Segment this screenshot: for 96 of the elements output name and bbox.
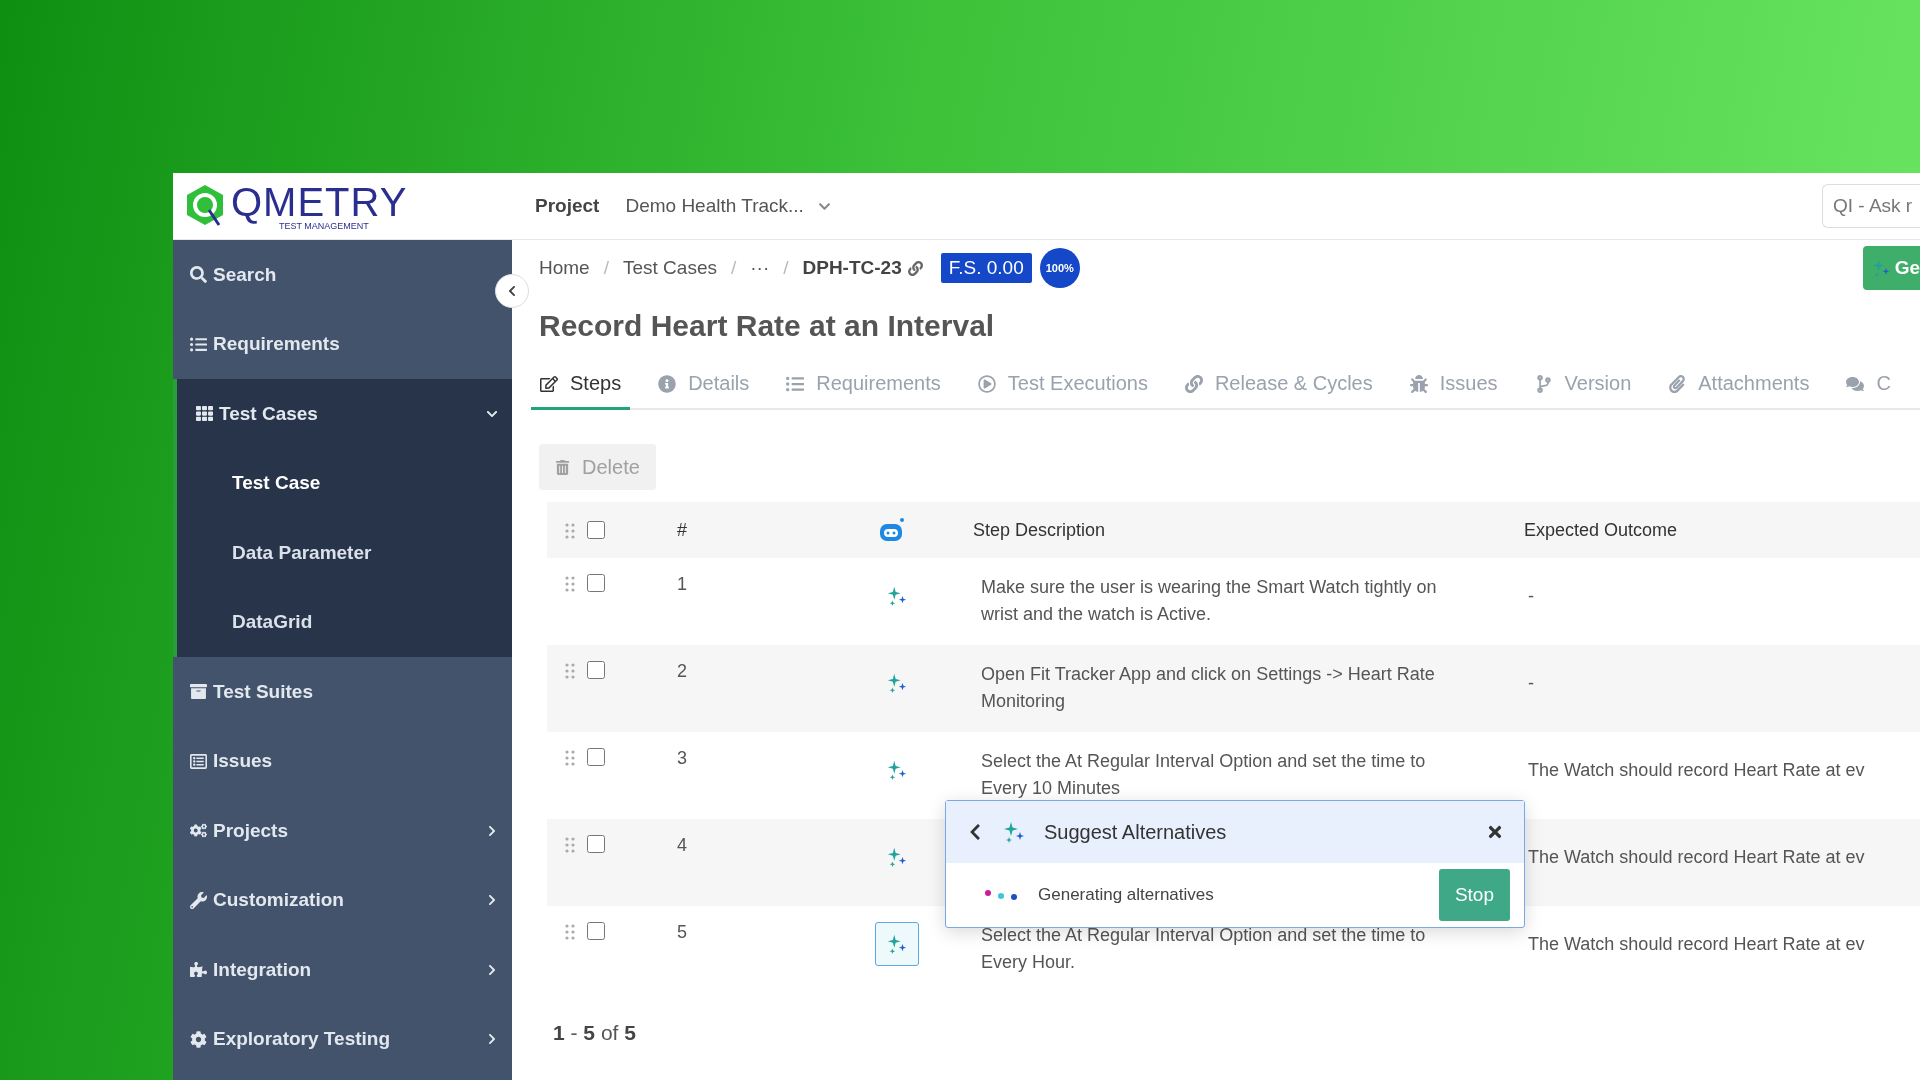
sparkle-icon — [886, 933, 908, 955]
sidebar-item[interactable]: Requirements — [173, 309, 498, 379]
sidebar-subitem[interactable]: Data Parameter — [173, 518, 512, 588]
pagination-text: 1 - 5 of 5 — [552, 1021, 637, 1045]
sidebar-subitem[interactable]: Test Case — [173, 448, 512, 518]
row-checkbox[interactable] — [587, 748, 605, 766]
sidebar-item-icon — [190, 335, 207, 353]
step-number: 2 — [677, 661, 688, 682]
sidebar-item-icon — [190, 961, 207, 979]
drag-handle-icon[interactable] — [565, 750, 575, 766]
sidebar-item[interactable]: Exploratory Testing — [173, 1004, 498, 1074]
breadcrumb-link[interactable]: Home — [539, 257, 590, 279]
sparkle-icon — [886, 672, 908, 694]
expected-outcome: The Watch should record Heart Rate at ev — [1528, 934, 1866, 955]
step-number: 5 — [677, 922, 688, 943]
breadcrumb-link[interactable]: ··· — [750, 257, 770, 279]
row-checkbox[interactable] — [587, 835, 605, 853]
step-number: 4 — [677, 835, 688, 856]
step-number: 3 — [677, 748, 688, 769]
drag-handle-icon[interactable] — [565, 663, 575, 679]
percent-badge: 100% — [1039, 248, 1080, 288]
breadcrumb-link[interactable]: DPH-TC-23 — [802, 257, 902, 279]
tab-icon — [1409, 374, 1428, 393]
expected-outcome: - — [1528, 673, 1535, 694]
chevron-icon — [486, 824, 498, 837]
sidebar-item-icon — [190, 822, 207, 840]
row-checkbox[interactable] — [587, 661, 605, 679]
sidebar-item[interactable]: Test Cases — [173, 379, 512, 449]
tab-icon — [1184, 374, 1203, 393]
logo-tagline: TEST MANAGEMENT — [279, 221, 369, 231]
search-field[interactable]: QI - Ask r — [1822, 184, 1920, 228]
sidebar-item-icon — [190, 1030, 207, 1048]
status-text: Generating alternatives — [1038, 885, 1215, 905]
expected-outcome: The Watch should record Heart Rate at ev — [1528, 760, 1866, 781]
drag-handle-icon[interactable] — [565, 576, 575, 592]
step-number: 1 — [677, 574, 688, 595]
score-badge: F.S. 0.00 — [940, 253, 1032, 283]
logo-wordmark: QMETRY — [231, 181, 408, 222]
row-checkbox[interactable] — [587, 574, 605, 592]
close-button[interactable] — [1486, 823, 1504, 841]
drag-handle-icon[interactable] — [565, 837, 575, 853]
tab[interactable]: Steps — [531, 364, 631, 410]
chevron-icon — [486, 894, 498, 907]
sidebar-item[interactable]: Projects — [173, 796, 498, 866]
sidebar-item-icon — [190, 266, 207, 284]
breadcrumb-separator: / — [730, 257, 737, 279]
breadcrumb-separator: / — [603, 257, 609, 279]
sidebar-item[interactable]: Search — [173, 240, 498, 310]
chevron-icon — [486, 1033, 498, 1046]
tab-icon — [1846, 374, 1865, 393]
breadcrumb-separator: / — [783, 257, 789, 279]
step-description: Select the At Regular Interval Option and set the time to Every 10 Minutes — [980, 750, 1427, 800]
expected-outcome: The Watch should record Heart Rate at ev — [1528, 847, 1866, 868]
popup-title: Suggest Alternatives — [1044, 820, 1228, 844]
column-header: Step Description — [973, 519, 1107, 541]
ai-suggest-button[interactable] — [875, 922, 919, 966]
loading-dots-icon — [984, 889, 1018, 901]
trash-icon — [555, 459, 570, 475]
column-header: Expected Outcome — [1524, 519, 1679, 541]
sidebar-item-icon — [196, 405, 213, 423]
robot-icon — [877, 517, 905, 543]
step-description: Make sure the user is wearing the Smart Watch tightly on wrist and the watch is Active. — [980, 576, 1438, 626]
expected-outcome: - — [1528, 586, 1535, 607]
sidebar-item[interactable]: Integration — [173, 935, 498, 1005]
sparkle-icon — [886, 759, 908, 781]
project-selector[interactable]: Demo Health Track... — [625, 195, 804, 217]
step-description: Select the At Regular Interval Option and set the time to Every Hour. — [980, 924, 1427, 974]
column-header: # — [677, 519, 688, 541]
breadcrumb-link[interactable]: Test Cases — [622, 257, 717, 279]
select-all-checkbox[interactable] — [587, 521, 605, 539]
project-label: Project — [535, 195, 600, 217]
tab-icon — [977, 374, 996, 393]
sidebar-item[interactable]: Test Suites — [173, 657, 498, 727]
collapse-button[interactable] — [495, 274, 529, 308]
tab-icon — [1668, 374, 1687, 393]
page-title: Record Heart Rate at an Interval — [539, 308, 996, 344]
step-description: Open Fit Tracker App and click on Settings -> Heart Rate Monitoring — [980, 663, 1436, 713]
tab-icon — [658, 374, 677, 393]
tab-icon — [786, 374, 805, 393]
sidebar-item-icon — [190, 683, 207, 701]
sidebar-item[interactable]: Customization — [173, 865, 498, 935]
sidebar-item-icon — [190, 752, 207, 770]
chevron-icon — [506, 285, 518, 297]
sparkle-icon — [886, 846, 908, 868]
row-checkbox[interactable] — [587, 922, 605, 940]
sidebar-item-icon — [190, 891, 207, 909]
tab-icon — [1534, 374, 1553, 393]
tab-icon — [540, 374, 558, 393]
chevron-icon — [486, 963, 498, 976]
drag-handle-icon[interactable] — [565, 924, 575, 940]
link-icon[interactable] — [907, 260, 923, 276]
sparkle-icon — [1870, 258, 1891, 278]
sidebar-subitem[interactable]: DataGrid — [173, 587, 512, 657]
sidebar-item[interactable]: Issues — [173, 726, 498, 796]
drag-handle-icon[interactable] — [565, 523, 575, 539]
sparkle-icon — [886, 585, 908, 607]
